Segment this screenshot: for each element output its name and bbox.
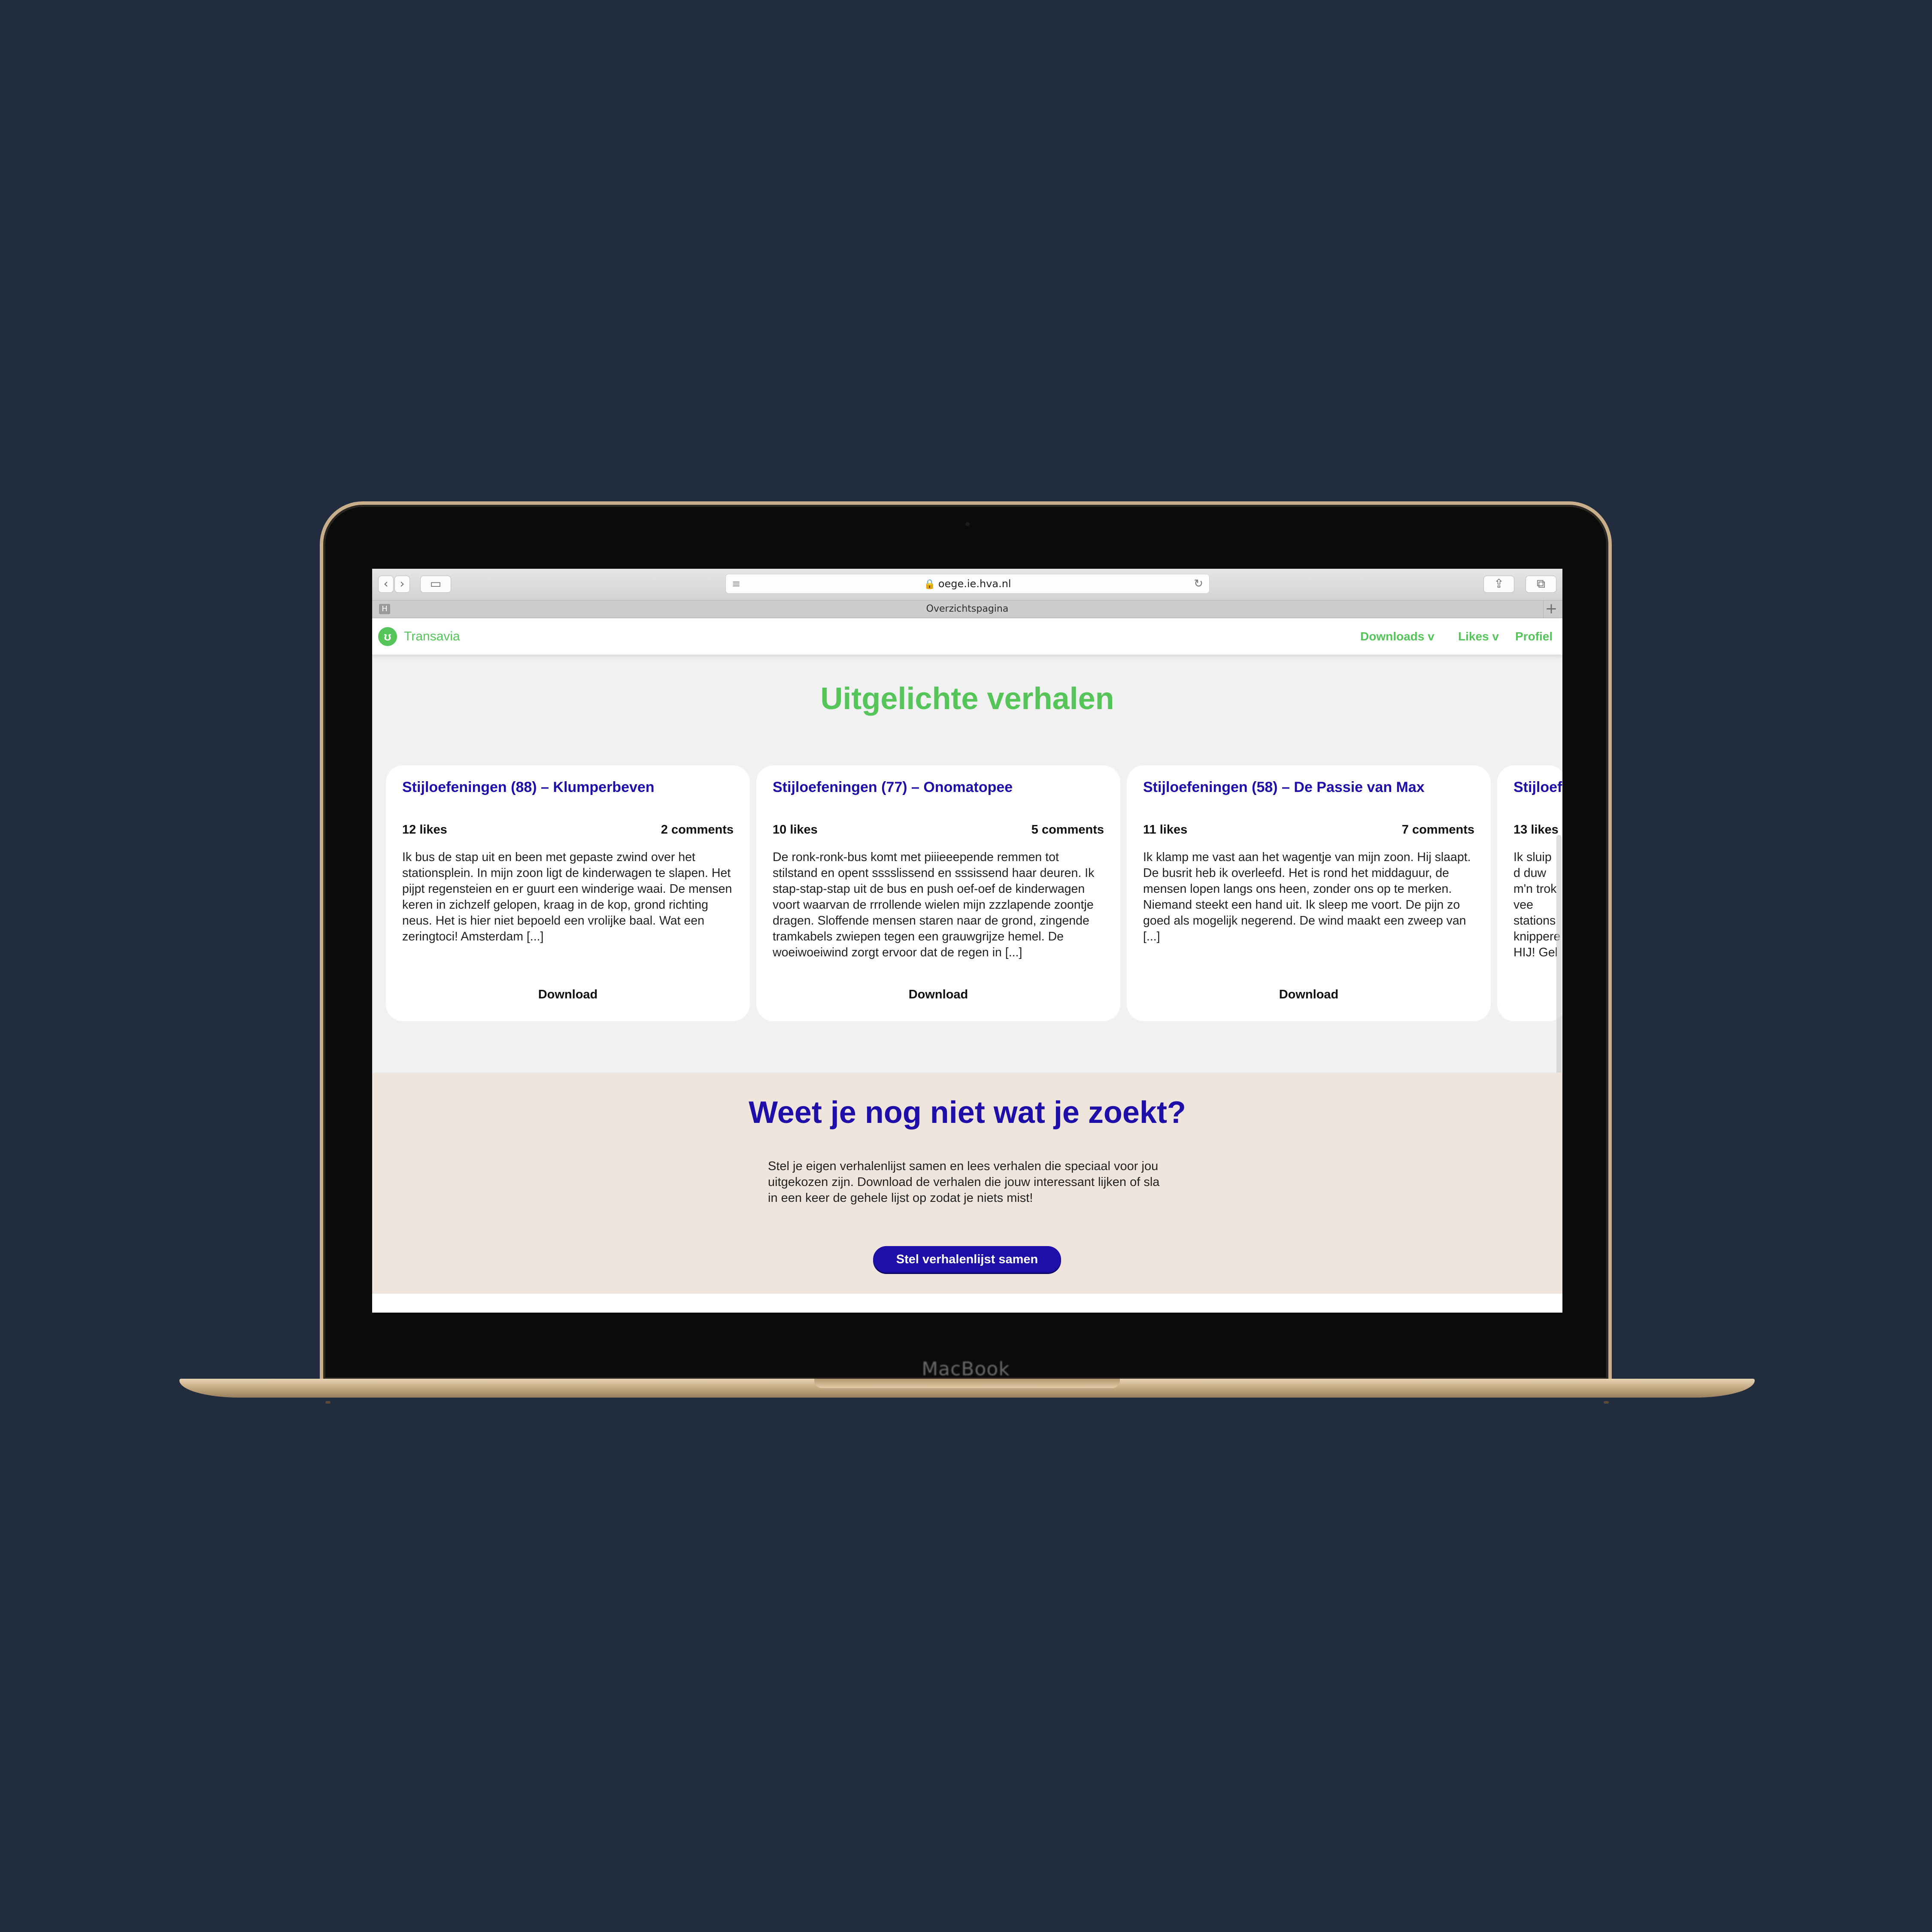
story-title[interactable]: Stijloefeningen (58) – De Passie van Max bbox=[1143, 779, 1474, 796]
nav-likes[interactable]: Likes v bbox=[1458, 619, 1499, 655]
base-foot bbox=[1604, 1401, 1609, 1404]
story-title[interactable]: Stijloefeningen (77) – Onomatopee bbox=[773, 779, 1104, 796]
story-excerpt: Ik bus de stap uit en been met gepaste z… bbox=[402, 850, 732, 943]
suggest-title: Weet je nog niet wat je zoekt? bbox=[749, 1095, 1186, 1130]
story-card: Stijloefeningen (58) – De Passie van Max… bbox=[1127, 765, 1491, 1021]
address-url: oege.ie.hva.nl bbox=[938, 578, 1011, 590]
suggest-section: Weet je nog niet wat je zoekt? Stel je e… bbox=[372, 1073, 1562, 1294]
lock-icon: 🔒 bbox=[924, 579, 936, 590]
tab-bar: H Overzichtspagina + bbox=[372, 601, 1562, 618]
nav-downloads[interactable]: Downloads v bbox=[1360, 619, 1435, 655]
story-card: Stijloefeningen (88) – Klumperbeven 12 l… bbox=[386, 765, 750, 1021]
tabs-overview-icon[interactable]: ⧉ bbox=[1526, 576, 1556, 593]
share-icon[interactable]: ⇪ bbox=[1483, 576, 1514, 593]
browser-window: ‹ › ▭ ≡ 🔒 oege.ie.hva.nl ↻ ⇪ ⧉ H Overzich… bbox=[372, 569, 1562, 1313]
story-card: Stijloefeningen (77) – Onomatopee 10 lik… bbox=[756, 765, 1120, 1021]
hinge-notch bbox=[814, 1379, 1120, 1388]
story-card-partial: Stijloef 13 likes Ik sluip d duw m'n tro… bbox=[1497, 765, 1562, 1021]
back-icon[interactable]: ‹ bbox=[378, 576, 394, 593]
story-excerpt: De ronk-ronk-bus komt met piiieeepende r… bbox=[773, 850, 1095, 959]
reader-icon[interactable]: ≡ bbox=[732, 574, 740, 593]
page-footer-strip bbox=[372, 1294, 1562, 1313]
story-excerpt: Ik klamp me vast aan het wagentje van mi… bbox=[1143, 850, 1471, 943]
download-button[interactable]: Download bbox=[1127, 988, 1491, 1002]
download-button[interactable]: Download bbox=[386, 988, 750, 1002]
story-excerpt: Ik sluip d duw m'n trok vee stations kni… bbox=[1513, 850, 1561, 959]
transavia-logo-icon[interactable]: ʊ bbox=[378, 627, 397, 646]
story-likes: 13 likes bbox=[1513, 823, 1559, 837]
forward-icon[interactable]: › bbox=[394, 576, 410, 593]
tab-title[interactable]: Overzichtspagina bbox=[372, 601, 1562, 618]
suggest-text: Stel je eigen verhalenlijst samen en lee… bbox=[768, 1159, 1160, 1205]
story-title[interactable]: Stijloefeningen (88) – Klumperbeven bbox=[402, 779, 734, 796]
device-label: MacBook bbox=[922, 1358, 1010, 1380]
story-likes: 10 likes bbox=[773, 823, 818, 837]
address-bar[interactable]: ≡ 🔒 oege.ie.hva.nl ↻ bbox=[725, 574, 1210, 594]
brand-name[interactable]: Transavia bbox=[404, 619, 460, 655]
featured-title: Uitgelichte verhalen bbox=[820, 682, 1114, 716]
story-likes: 12 likes bbox=[402, 823, 447, 837]
camera-icon bbox=[965, 522, 970, 526]
story-likes: 11 likes bbox=[1143, 823, 1188, 837]
page-scrollbar[interactable] bbox=[1556, 835, 1562, 1080]
laptop-base bbox=[179, 1379, 1755, 1404]
story-comments[interactable]: 7 comments bbox=[1402, 823, 1474, 837]
site-header: ʊ Transavia Downloads v Likes v Profiel bbox=[372, 619, 1562, 655]
base-foot bbox=[325, 1401, 331, 1404]
reload-icon[interactable]: ↻ bbox=[1194, 574, 1203, 593]
sidebar-toggle-icon[interactable]: ▭ bbox=[420, 576, 451, 593]
story-comments[interactable]: 2 comments bbox=[661, 823, 734, 837]
nav-profiel[interactable]: Profiel bbox=[1515, 619, 1553, 655]
story-title[interactable]: Stijloef bbox=[1513, 779, 1562, 796]
download-button[interactable]: Download bbox=[756, 988, 1120, 1002]
browser-toolbar: ‹ › ▭ ≡ 🔒 oege.ie.hva.nl ↻ ⇪ ⧉ bbox=[372, 569, 1562, 601]
new-tab-button[interactable]: + bbox=[1543, 601, 1559, 618]
compose-list-button[interactable]: Stel verhalenlijst samen bbox=[873, 1246, 1061, 1273]
story-comments[interactable]: 5 comments bbox=[1031, 823, 1104, 837]
